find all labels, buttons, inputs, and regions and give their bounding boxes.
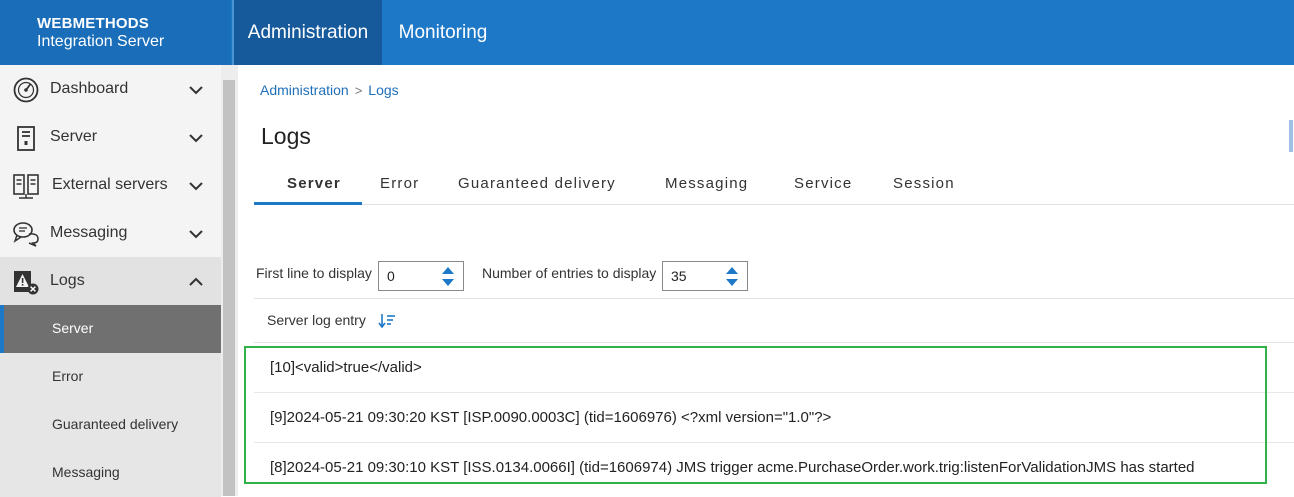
tab-session[interactable]: Session [893,175,955,192]
sidebar-subitem-label: Error [52,368,84,384]
messaging-chat-icon [13,222,39,247]
increment-arrow-icon[interactable] [441,266,455,276]
sidebar-subitem-guaranteed-delivery[interactable]: Guaranteed delivery [0,401,221,449]
chevron-up-icon[interactable] [187,273,205,291]
breadcrumb: Administration > Logs [260,82,399,98]
sidebar-item-dashboard[interactable]: Dashboard [0,65,221,113]
page-title: Logs [261,123,311,149]
table-row: [10]<valid>true</valid> [254,343,1294,393]
tab-server[interactable]: Server [287,175,341,192]
sidebar-item-label: Server [50,128,98,145]
sidebar-subitem-server[interactable]: Server [0,305,221,353]
increment-arrow-icon[interactable] [725,266,739,276]
sidebar-subitem-label: Server [52,320,94,336]
breadcrumb-administration-link[interactable]: Administration [260,82,349,98]
sidebar-subitem-error[interactable]: Error [0,353,221,401]
column-header-label: Server log entry [267,312,366,328]
dashboard-gauge-icon [13,77,39,103]
column-header-server-log-entry[interactable]: Server log entry [267,312,366,328]
brand-name: WEBMETHODS [37,15,149,32]
active-tab-indicator [254,202,362,205]
sidebar-item-messaging[interactable]: Messaging [0,209,221,257]
entries-input[interactable] [663,262,723,290]
brand-logo[interactable]: WEBMETHODS Integration Server [0,0,231,65]
sidebar-item-external-servers[interactable]: External servers [0,161,221,209]
top-tab-monitoring[interactable]: Monitoring [384,0,502,65]
entries-stepper[interactable] [662,261,748,291]
sidebar-subitem-label: Guaranteed delivery [52,416,179,432]
decrement-arrow-icon[interactable] [441,277,455,287]
sidebar-item-server[interactable]: Server [0,113,221,161]
sidebar-item-label: Messaging [50,224,128,241]
table-row: [9]2024-05-21 09:30:20 KST [ISP.0090.000… [254,393,1294,443]
sidebar-item-logs[interactable]: Logs [0,257,221,305]
logs-warning-icon [14,271,39,295]
log-tabs: Server Error Guaranteed delivery Messagi… [254,165,1294,205]
chevron-down-icon[interactable] [187,225,205,243]
main-content: Administration > Logs Logs Server Error … [238,65,1294,496]
breadcrumb-logs-link[interactable]: Logs [368,82,398,98]
sidebar-subitem-messaging[interactable]: Messaging [0,449,221,497]
breadcrumb-separator: > [354,82,363,98]
sort-descending-icon[interactable] [378,313,396,329]
top-tab-administration[interactable]: Administration [232,0,382,65]
first-line-stepper[interactable] [378,261,464,291]
content-scrollbar-thumb[interactable] [1289,120,1293,152]
first-line-input[interactable] [379,262,439,290]
entries-label: Number of entries to display [482,265,657,281]
log-entry-text: [8]2024-05-21 09:30:10 KST [ISS.0134.006… [270,459,1195,476]
log-entry-text: [9]2024-05-21 09:30:20 KST [ISP.0090.000… [270,409,832,426]
server-icon [17,126,35,151]
tab-service[interactable]: Service [794,175,852,192]
decrement-arrow-icon[interactable] [725,277,739,287]
chevron-down-icon[interactable] [187,177,205,195]
chevron-down-icon[interactable] [187,81,205,99]
sidebar-subitem-label: Messaging [52,464,120,480]
log-entry-text: [10]<valid>true</valid> [270,359,422,376]
first-line-label: First line to display [256,265,372,281]
tab-messaging[interactable]: Messaging [665,175,748,192]
table-row: [8]2024-05-21 09:30:10 KST [ISS.0134.006… [254,443,1294,493]
sidebar-scrollbar-thumb[interactable] [223,80,235,496]
external-servers-icon [13,174,39,199]
sidebar-item-label: External servers [52,176,168,193]
tab-error[interactable]: Error [380,175,419,192]
brand-product: Integration Server [37,33,165,50]
chevron-down-icon[interactable] [187,129,205,147]
table-top-border [254,298,1294,299]
sidebar-item-label: Dashboard [50,80,129,97]
tab-guaranteed-delivery[interactable]: Guaranteed delivery [458,175,616,192]
sidebar-item-label: Logs [50,272,85,289]
